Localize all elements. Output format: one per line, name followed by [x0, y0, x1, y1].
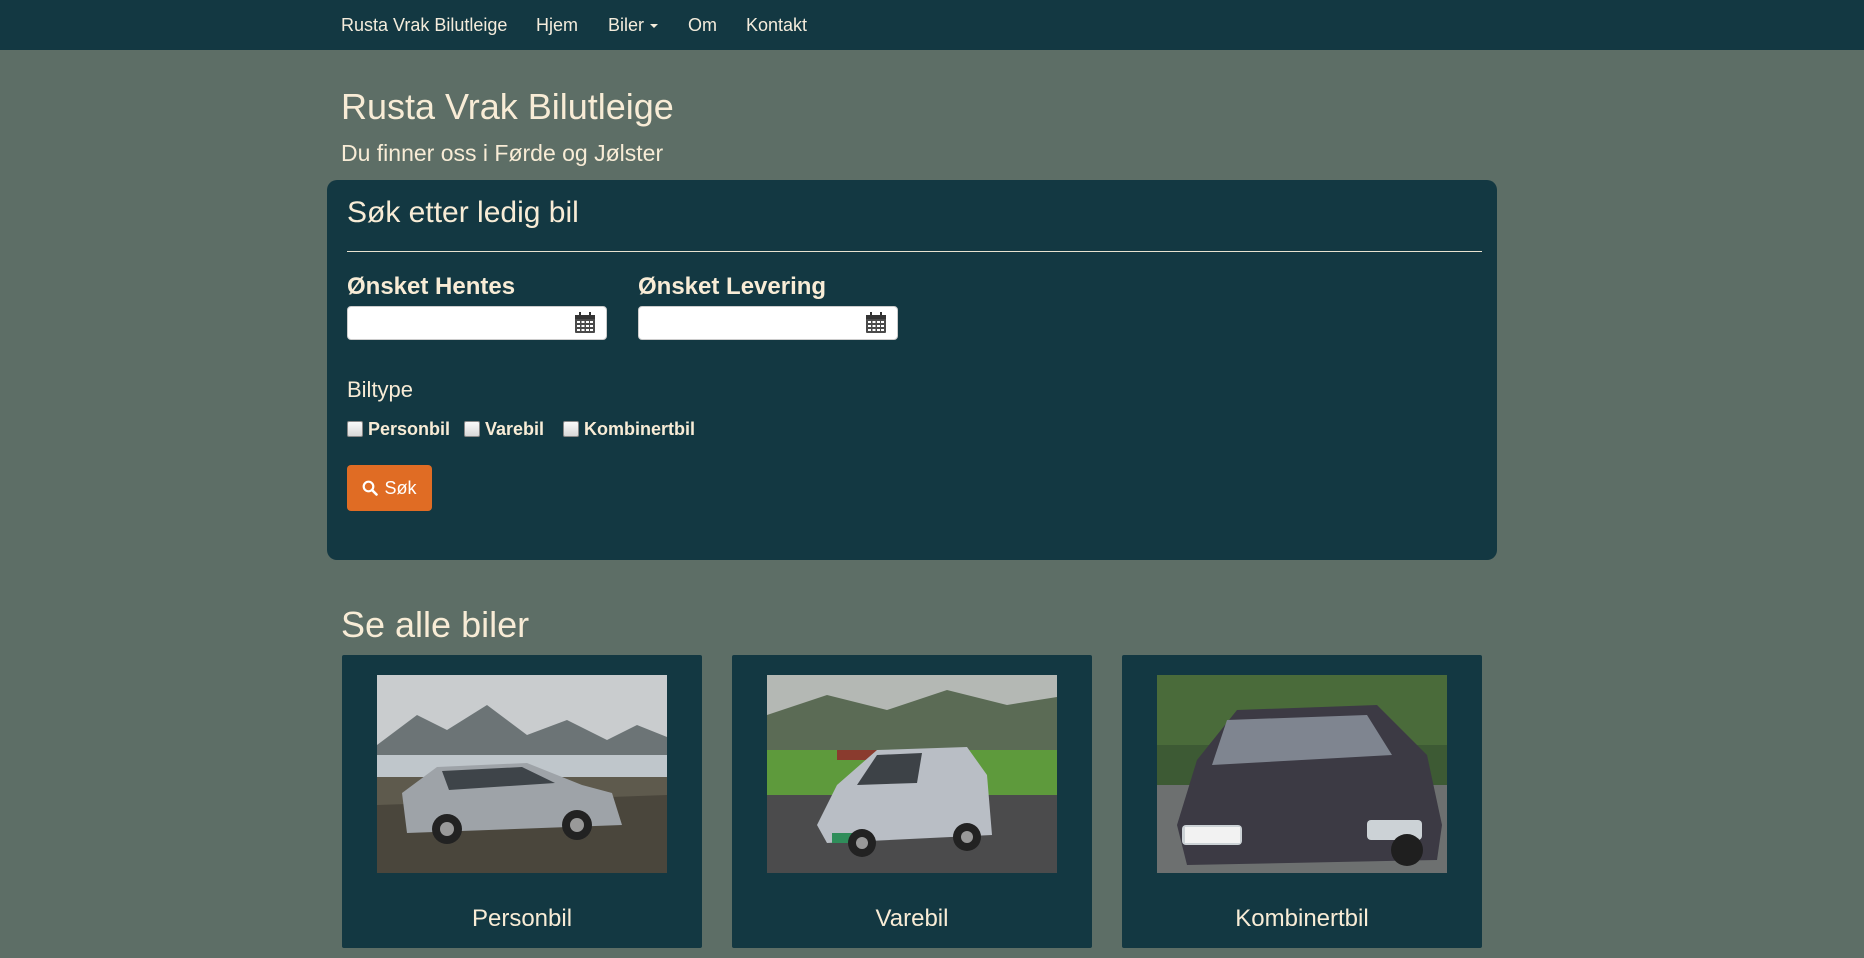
- search-panel-title: Søk etter ledig bil: [347, 196, 579, 229]
- car-name: Kombinertbil: [1235, 905, 1369, 932]
- nav-item-biler[interactable]: Biler: [608, 0, 659, 50]
- nav-brand[interactable]: Rusta Vrak Bilutleige: [341, 0, 507, 50]
- search-button[interactable]: Søk: [347, 465, 432, 511]
- checkbox-box[interactable]: [347, 421, 363, 437]
- return-date-input[interactable]: [638, 306, 898, 340]
- car-name: Personbil: [471, 905, 573, 932]
- checkbox-varebil[interactable]: Varebil: [464, 417, 544, 441]
- calendar-icon[interactable]: [574, 312, 596, 334]
- return-label: Ønsket Levering: [638, 273, 827, 300]
- page-subtitle: Du finner oss i Førde og Jølster: [341, 140, 664, 166]
- nav-item-biler-label: Biler: [608, 15, 645, 35]
- calendar-icon[interactable]: [865, 312, 887, 334]
- checkbox-label: Varebil: [485, 418, 545, 439]
- car-card-personbil[interactable]: Personbil: [342, 655, 702, 948]
- car-image-varebil[interactable]: [767, 675, 1057, 873]
- checkbox-box[interactable]: [464, 421, 480, 437]
- search-panel: Søk etter ledig bil Ønsket Hentes Ønsket…: [327, 180, 1497, 560]
- car-card-varebil[interactable]: Varebil: [732, 655, 1092, 948]
- cartype-label: Biltype: [347, 377, 414, 402]
- nav-item-kontakt[interactable]: Kontakt: [746, 0, 807, 50]
- nav-item-om[interactable]: Om: [688, 0, 717, 50]
- page-title: Rusta Vrak Bilutleige: [341, 86, 674, 127]
- car-card-kombinertbil[interactable]: Kombinertbil: [1122, 655, 1482, 948]
- navbar: Rusta Vrak Bilutleige Hjem Biler Om Kont…: [0, 0, 1864, 50]
- checkbox-kombinertbil[interactable]: Kombinertbil: [563, 417, 695, 441]
- nav-item-hjem[interactable]: Hjem: [536, 0, 578, 50]
- checkbox-box[interactable]: [563, 421, 579, 437]
- car-image-personbil[interactable]: [377, 675, 667, 873]
- caret-down-icon: [650, 24, 659, 29]
- pickup-label: Ønsket Hentes: [347, 273, 516, 300]
- pickup-date-input[interactable]: [347, 306, 607, 340]
- checkbox-label: Kombinertbil: [584, 418, 695, 439]
- section-title: Se alle biler: [341, 604, 530, 645]
- car-name: Varebil: [875, 905, 949, 932]
- search-icon: [363, 480, 379, 496]
- checkbox-personbil[interactable]: Personbil: [347, 417, 450, 441]
- search-button-label: Søk: [384, 477, 417, 498]
- car-image-kombinertbil[interactable]: [1157, 675, 1447, 873]
- checkbox-label: Personbil: [368, 418, 451, 439]
- divider: [347, 251, 1482, 252]
